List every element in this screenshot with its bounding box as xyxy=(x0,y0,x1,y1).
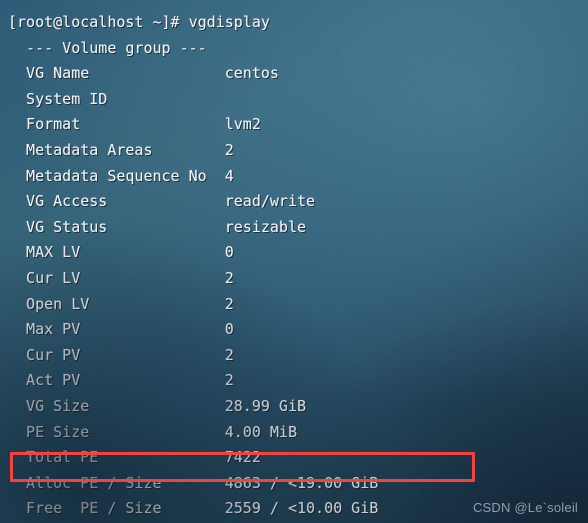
vg-property-row: VG Access read/write xyxy=(0,189,588,215)
vg-property-row: MAX LV 0 xyxy=(0,240,588,266)
vg-property-row: Cur PV 2 xyxy=(0,343,588,369)
vg-property-row: VG Status resizable xyxy=(0,215,588,241)
vg-property-label: MAX LV xyxy=(8,243,225,262)
vg-property-value: 2 xyxy=(224,294,234,313)
shell-command: vgdisplay xyxy=(188,13,270,31)
vg-property-label: Cur LV xyxy=(8,268,225,287)
vg-property-value: 0 xyxy=(224,320,234,339)
terminal-window[interactable]: [root@localhost ~]# vgdisplay --- Volume… xyxy=(0,0,588,523)
vg-property-value: 7422 xyxy=(224,448,261,467)
volume-group-header: --- Volume group --- xyxy=(8,38,207,57)
vg-property-label: VG Name xyxy=(8,64,225,83)
vg-property-label: VG Size xyxy=(8,396,225,415)
vg-property-label: Alloc PE / Size xyxy=(8,473,225,492)
vg-property-value: 28.99 GiB xyxy=(224,396,307,415)
vg-property-label: Max PV xyxy=(8,320,225,339)
vg-property-row: PE Size 4.00 MiB xyxy=(0,420,588,446)
vg-property-row: VG Size 28.99 GiB xyxy=(0,394,588,420)
terminal-output: [root@localhost ~]# vgdisplay --- Volume… xyxy=(0,0,588,523)
vg-property-value: 2 xyxy=(224,371,234,390)
vg-property-label: Total PE xyxy=(8,448,225,467)
vg-property-label: Format xyxy=(8,115,225,134)
vg-property-label: Act PV xyxy=(8,371,225,390)
vg-property-label: Cur PV xyxy=(8,345,225,364)
vg-property-row: Format lvm2 xyxy=(0,112,588,138)
vg-property-value: 4 xyxy=(224,166,234,185)
vg-property-label: VG Access xyxy=(8,192,225,211)
vg-property-value: 0 xyxy=(224,243,234,262)
vg-property-label: Open LV xyxy=(8,294,225,313)
vg-property-value: 2 xyxy=(224,140,234,159)
shell-prompt: [root@localhost ~]# xyxy=(8,13,189,31)
vg-property-value: 4863 / <19.00 GiB xyxy=(224,473,379,492)
vg-property-row: Metadata Areas 2 xyxy=(0,138,588,164)
vg-property-row: Act PV 2 xyxy=(0,368,588,394)
vg-property-row: Open LV 2 xyxy=(0,292,588,318)
vg-property-value: read/write xyxy=(224,192,316,211)
vg-property-label: System ID xyxy=(8,89,108,108)
vg-property-label: PE Size xyxy=(8,422,225,441)
vg-property-row: Total PE 7422 xyxy=(0,445,588,471)
terminal-prompt-line: [root@localhost ~]# vgdisplay xyxy=(0,10,588,36)
vg-property-value: 2559 / <10.00 GiB xyxy=(224,499,379,518)
vg-property-row: Metadata Sequence No 4 xyxy=(0,164,588,190)
vg-property-row: Max PV 0 xyxy=(0,317,588,343)
vg-property-value: lvm2 xyxy=(224,115,261,134)
vg-property-label: Metadata Areas xyxy=(8,140,225,159)
vg-property-label: VG Status xyxy=(8,217,225,236)
vg-property-label: Free PE / Size xyxy=(8,499,225,518)
vg-property-value: resizable xyxy=(224,217,307,236)
vg-property-row: System ID xyxy=(0,87,588,113)
vg-property-row: Cur LV 2 xyxy=(0,266,588,292)
vg-property-value: 4.00 MiB xyxy=(224,422,297,441)
vg-property-value: 2 xyxy=(224,268,234,287)
vg-property-row: Alloc PE / Size 4863 / <19.00 GiB xyxy=(0,471,588,497)
vg-property-row: VG Name centos xyxy=(0,61,588,87)
vg-property-label: Metadata Sequence No xyxy=(8,166,225,185)
vg-property-value: 2 xyxy=(224,345,234,364)
vg-property-value: centos xyxy=(224,64,279,83)
watermark-label: CSDN @Le`soleil xyxy=(472,500,578,516)
